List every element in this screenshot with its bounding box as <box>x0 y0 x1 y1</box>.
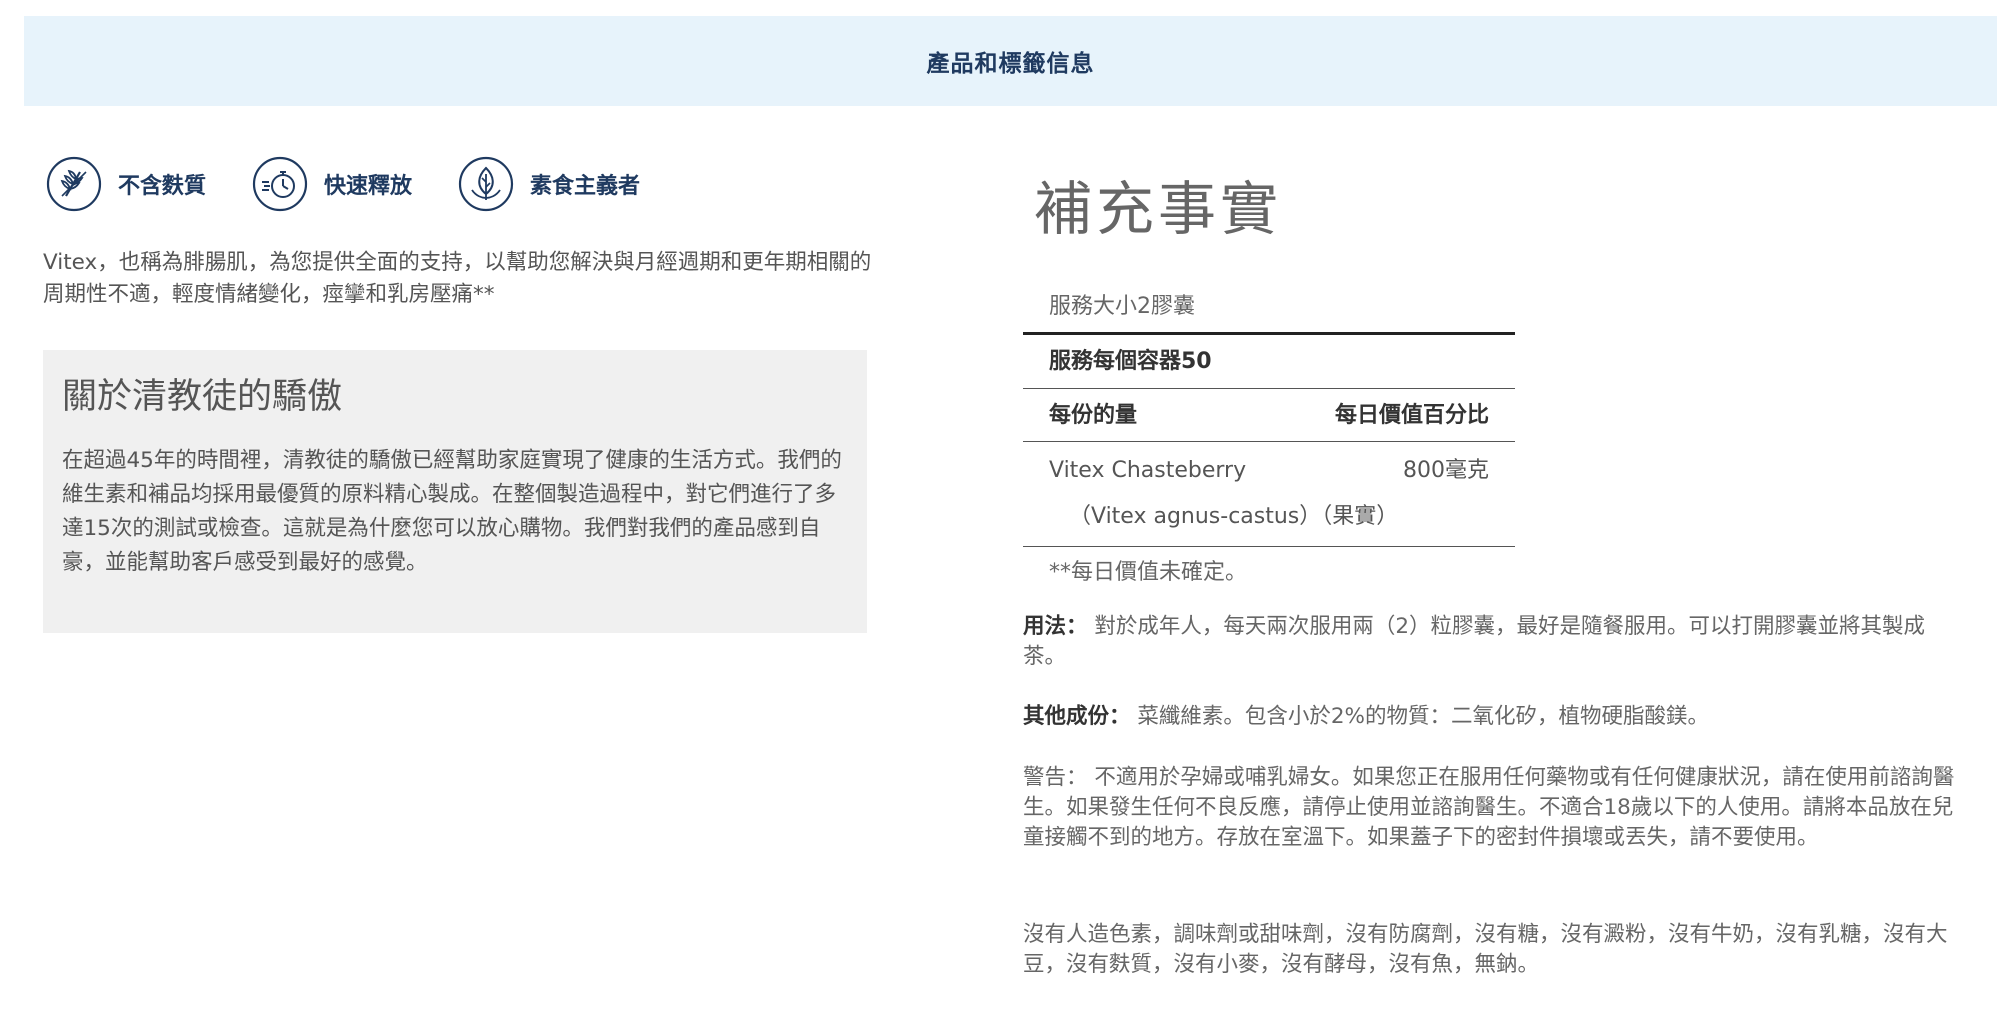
ingredient-row: Vitex Chasteberry 800毫克 （Vitex agnus-cas… <box>1023 442 1515 547</box>
badge-label: 不含麩質 <box>118 174 207 199</box>
ingredient-amount: 800毫克 <box>1403 458 1489 483</box>
about-box: 關於清教徒的驕傲 在超過45年的時間裡，清教徒的驕傲已經幫助家庭實現了健康的生活… <box>43 350 867 633</box>
badge-label: 快速釋放 <box>324 174 413 199</box>
badge-vegan: 素食主義者 <box>458 156 640 212</box>
free-from-block: 沒有人造色素，調味劑或甜味劑，沒有防腐劑，沒有糖，沒有澱粉，沒有牛奶，沒有乳糖，… <box>1023 920 1967 980</box>
ingredient-botanical-name: （Vitex agnus-castus）（果實） <box>1069 504 1399 529</box>
leaf-icon <box>458 156 514 212</box>
stopwatch-icon <box>252 156 308 212</box>
product-description: Vitex，也稱為腓腸肌，為您提供全面的支持，以幫助您解決與月經週期和更年期相關… <box>43 250 872 307</box>
daily-value-header: 每日價值百分比 <box>1334 403 1489 428</box>
facts-header-row: 每份的量 每日價值百分比 <box>1023 389 1515 442</box>
directions-block: 用法： 對於成年人，每天兩次服用兩（2）粒膠囊，最好是隨餐服用。可以打開膠囊並將… <box>1023 612 1967 672</box>
badge-label: 素食主義者 <box>530 174 641 199</box>
supplement-facts-title: 補充事實 <box>1034 175 1283 243</box>
free-from-text: 沒有人造色素，調味劑或甜味劑，沒有防腐劑，沒有糖，沒有澱粉，沒有牛奶，沒有乳糖，… <box>1023 922 1948 977</box>
header-bar: 產品和標籤信息 <box>24 16 1997 106</box>
page-title: 產品和標籤信息 <box>926 51 1095 77</box>
badge-gluten-free: 不含麩質 <box>46 156 206 212</box>
badge-fast-release: 快速釋放 <box>252 156 412 212</box>
directions-text: 對於成年人，每天兩次服用兩（2）粒膠囊，最好是隨餐服用。可以打開膠囊並將其製成茶… <box>1023 614 1926 669</box>
serving-size-row: 服務大小2膠囊 <box>1023 284 1515 335</box>
servings-per-container-row: 服務每個容器50 <box>1023 335 1515 389</box>
other-ingredients-label: 其他成份： <box>1023 704 1131 729</box>
about-text: 在超過45年的時間裡，清教徒的驕傲已經幫助家庭實現了健康的生活方式。我們的維生素… <box>62 448 842 575</box>
warning-label: 警告： <box>1023 765 1088 790</box>
amount-per-serving-header: 每份的量 <box>1049 403 1138 428</box>
directions-label: 用法： <box>1023 614 1088 639</box>
warning-text: 不適用於孕婦或哺乳婦女。如果您正在服用任何藥物或有任何健康狀況，請在使用前諮詢醫… <box>1023 765 1955 850</box>
wheat-free-icon <box>46 156 102 212</box>
feature-badges: 不含麩質 快速釋放 素食主義者 <box>46 156 686 212</box>
ingredient-name: Vitex Chasteberry <box>1049 458 1247 483</box>
supplement-facts-table: 服務大小2膠囊 服務每個容器50 每份的量 每日價值百分比 Vitex Chas… <box>1023 284 1515 597</box>
other-ingredients-text: 菜纖維素。包含小於2%的物質：二氧化矽，植物硬脂酸鎂。 <box>1137 704 1709 729</box>
other-ingredients-block: 其他成份： 菜纖維素。包含小於2%的物質：二氧化矽，植物硬脂酸鎂。 <box>1023 702 1967 732</box>
daily-value-footnote: **每日價值未確定。 <box>1049 560 1248 585</box>
warning-block: 警告： 不適用於孕婦或哺乳婦女。如果您正在服用任何藥物或有任何健康狀況，請在使用… <box>1023 763 1967 853</box>
about-title: 關於清教徒的驕傲 <box>62 377 343 417</box>
